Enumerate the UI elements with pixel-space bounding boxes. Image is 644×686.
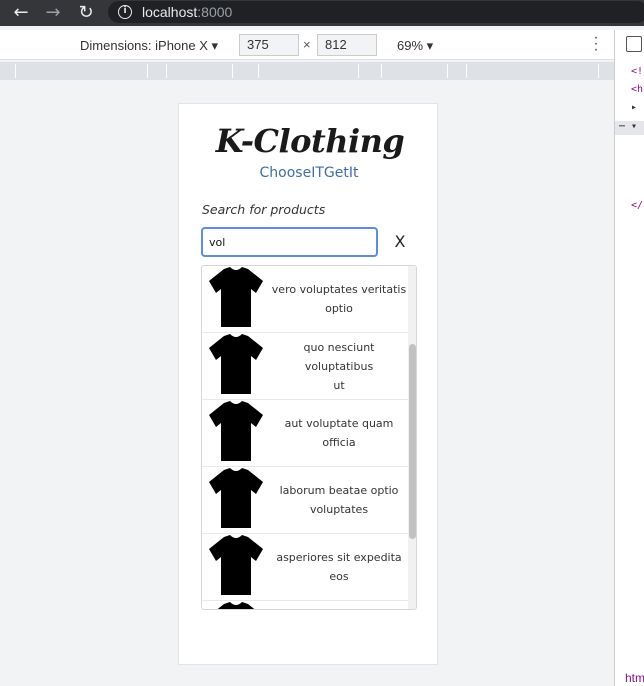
result-name: vero voluptates veritatis optio: [271, 283, 407, 315]
search-label: Search for products: [202, 202, 326, 217]
inspect-element-icon[interactable]: [626, 36, 642, 52]
tshirt-icon: [209, 468, 263, 528]
result-name: asperiores sit expedita eos: [276, 551, 402, 583]
result-item[interactable]: laborum beatae optio voluptates: [202, 467, 408, 534]
device-toolbar: Dimensions: iPhone X ▾ 375 × 812 69% ▾ ·…: [0, 30, 614, 60]
result-name: aut voluptate quam officia: [284, 417, 394, 449]
url-text: localhost:8000: [142, 4, 233, 20]
device-width-input[interactable]: 375: [239, 34, 299, 56]
zoom-select[interactable]: 69% ▾: [397, 38, 433, 54]
tshirt-icon: [209, 267, 263, 327]
app-page: K-Clothing ChooseITGetIt Search for prod…: [178, 103, 438, 665]
tshirt-icon: [209, 334, 263, 394]
browser-topbar: ← → ↻ i localhost:8000: [0, 0, 644, 26]
forward-arrow-icon[interactable]: →: [43, 3, 63, 23]
info-icon[interactable]: i: [118, 5, 132, 19]
device-height-input[interactable]: 812: [317, 34, 377, 56]
search-results-list[interactable]: vero voluptates veritatis optio quo nesc…: [201, 265, 417, 610]
back-arrow-icon[interactable]: ←: [11, 3, 31, 23]
result-item[interactable]: asperiores sit expedita eos: [202, 534, 408, 601]
reload-icon[interactable]: ↻: [76, 3, 96, 23]
html-breadcrumb[interactable]: htm: [625, 671, 644, 685]
results-scrollbar-thumb[interactable]: [409, 344, 416, 539]
result-item[interactable]: vero voluptates veritatis optio: [202, 266, 408, 333]
clear-search-button[interactable]: X: [391, 231, 409, 253]
brand-tagline: ChooseITGetIt: [259, 165, 359, 181]
more-options-icon[interactable]: · · ·: [591, 30, 601, 58]
media-query-bar[interactable]: [0, 62, 614, 80]
device-dimensions-select[interactable]: Dimensions: iPhone X ▾: [80, 38, 218, 54]
result-name: quo nesciunt voluptatibus ut: [303, 340, 375, 392]
tshirt-icon: [209, 535, 263, 595]
result-name: laborum beatae optio voluptates: [279, 484, 399, 516]
search-input[interactable]: [201, 227, 378, 257]
address-bar[interactable]: i localhost:8000: [108, 1, 644, 23]
dimension-separator: ×: [303, 37, 311, 52]
tshirt-icon: [209, 401, 263, 461]
tshirt-icon: [217, 602, 255, 609]
elements-panel: <! <h ▸ ⋯ ▾ </ htm: [614, 30, 644, 686]
result-item[interactable]: [202, 601, 408, 609]
brand-logo: K-Clothing: [215, 122, 405, 160]
result-item[interactable]: quo nesciunt voluptatibus ut: [202, 333, 408, 400]
result-item[interactable]: aut voluptate quam officia: [202, 400, 408, 467]
